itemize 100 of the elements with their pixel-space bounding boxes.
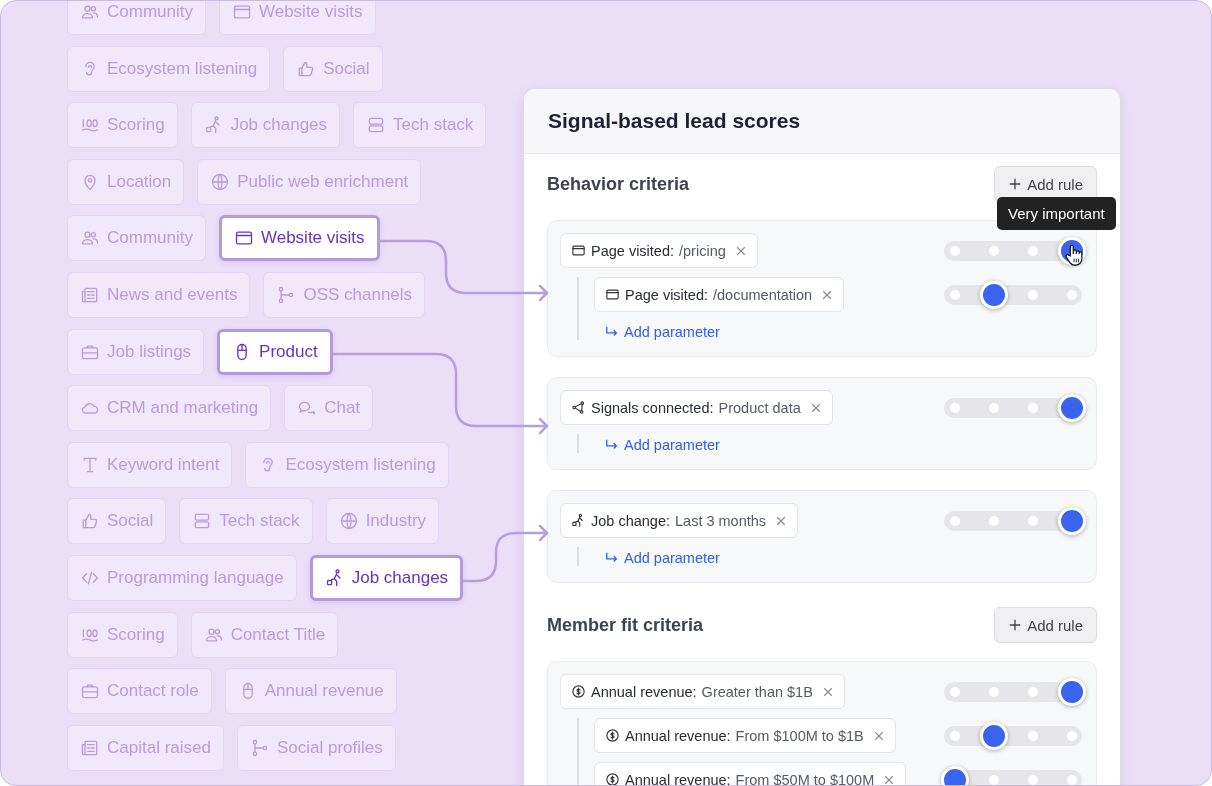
section-heading: Member fit criteria xyxy=(547,614,704,636)
walking-person-icon xyxy=(571,513,586,528)
slider-thumb[interactable] xyxy=(979,721,1008,750)
slider-thumb[interactable] xyxy=(979,280,1008,309)
rule-chip[interactable]: Page visited: /documentation xyxy=(594,277,845,312)
signal-chip[interactable]: Keyword intent xyxy=(67,441,233,488)
step-dot xyxy=(1067,730,1077,741)
step-dot xyxy=(1028,245,1038,256)
signal-chip[interactable]: Social xyxy=(67,498,167,545)
rule-chip[interactable]: Signals connected: Product data xyxy=(560,390,833,425)
close-icon[interactable] xyxy=(883,773,896,785)
browser-icon xyxy=(605,287,620,302)
close-icon[interactable] xyxy=(872,729,885,742)
step-dot xyxy=(989,402,999,413)
signal-chip[interactable]: Ecosystem listening xyxy=(67,45,271,92)
rule-value: /pricing xyxy=(679,242,726,259)
signal-chip[interactable]: Chat xyxy=(284,385,374,432)
step-dot xyxy=(950,245,960,256)
return-arrow-icon xyxy=(605,325,619,339)
signal-chip[interactable]: Programming language xyxy=(67,554,297,601)
rule-label: Signals connected: xyxy=(591,399,714,416)
step-dot xyxy=(950,402,960,413)
signal-chip[interactable]: Job listings xyxy=(67,328,205,375)
dollar-icon xyxy=(605,772,620,785)
slider-thumb[interactable] xyxy=(1058,506,1086,535)
rule-label: Annual revenue: xyxy=(625,771,731,785)
signal-chip[interactable]: Ecosystem listening xyxy=(245,441,449,488)
rule-value: Last 3 months xyxy=(675,512,767,529)
add-parameter-link[interactable]: Add parameter xyxy=(605,324,720,340)
slider-thumb[interactable] xyxy=(1058,677,1086,706)
signal-chip[interactable]: Social profiles xyxy=(236,724,396,771)
hand-cursor-icon xyxy=(1063,242,1085,267)
rule-chip[interactable]: Annual revenue: Greater than $1B xyxy=(560,674,845,709)
signal-chip[interactable]: Industry xyxy=(325,498,440,545)
signal-chip[interactable]: OSS channels xyxy=(263,271,426,318)
signal-chip[interactable]: Scoring xyxy=(67,611,178,658)
rule-value: Greater than $1B xyxy=(701,683,813,700)
signal-chip[interactable]: Job changes xyxy=(190,102,341,149)
signal-chip[interactable]: Website visits xyxy=(218,215,380,262)
step-dot xyxy=(989,245,999,256)
signal-chip[interactable]: Capital raised xyxy=(67,724,224,771)
signal-chip[interactable]: Annual revenue xyxy=(224,668,397,715)
signal-chip[interactable]: Public web enrichment xyxy=(197,158,422,205)
rule-chip[interactable]: Annual revenue: From $100M to $1B xyxy=(594,718,896,753)
step-dot xyxy=(950,686,960,697)
signal-chip[interactable]: Tech stack xyxy=(179,498,313,545)
close-icon[interactable] xyxy=(821,685,834,698)
rule-chip[interactable]: Job change: Last 3 months xyxy=(560,503,799,538)
slider-thumb[interactable] xyxy=(1058,393,1086,422)
tooltip: Very important xyxy=(997,196,1116,230)
close-icon[interactable] xyxy=(734,244,747,257)
step-dot xyxy=(1028,730,1038,741)
globe-icon xyxy=(210,171,231,192)
signal-chip[interactable]: Job changes xyxy=(309,554,464,601)
rule-chip[interactable]: Page visited: /pricing xyxy=(560,233,758,268)
add-parameter-link[interactable]: Add parameter xyxy=(605,550,720,566)
rule-label: Job change: xyxy=(591,512,670,529)
signal-chip[interactable]: CRM and marketing xyxy=(67,385,272,432)
rule-value: From $50M to $100M xyxy=(735,771,875,785)
rule-value: From $100M to $1B xyxy=(735,727,864,744)
step-dot xyxy=(1067,774,1077,785)
rule-label: Annual revenue: xyxy=(625,727,731,744)
step-dot xyxy=(950,289,960,300)
signal-chip[interactable]: Website visits xyxy=(218,1,376,35)
signal-chip[interactable]: Location xyxy=(67,158,185,205)
plus-icon xyxy=(1008,177,1023,191)
return-arrow-icon xyxy=(605,438,619,452)
signal-chip[interactable]: Social xyxy=(283,45,383,92)
signal-chip[interactable]: Community xyxy=(67,215,206,262)
add-parameter-link[interactable]: Add parameter xyxy=(605,437,720,453)
signal-chip[interactable]: Product xyxy=(217,328,333,375)
signal-chip[interactable]: Contact Title xyxy=(190,611,339,658)
browser-icon xyxy=(571,243,586,258)
signal-chip[interactable]: Contact role xyxy=(67,668,212,715)
rule-value: /documentation xyxy=(713,286,813,303)
rule-value: Product data xyxy=(718,399,801,416)
add-rule-button[interactable]: Add rule xyxy=(994,607,1097,643)
step-dot xyxy=(1028,515,1038,526)
step-dot xyxy=(1028,686,1038,697)
panel-title: Signal-based lead scores xyxy=(548,109,801,133)
signal-chip[interactable]: Scoring xyxy=(67,102,178,149)
close-icon[interactable] xyxy=(809,401,822,414)
step-dot xyxy=(989,515,999,526)
step-dot xyxy=(1028,289,1038,300)
step-dot xyxy=(950,730,960,741)
close-icon[interactable] xyxy=(775,514,788,527)
rule-chip[interactable]: Annual revenue: From $50M to $100M xyxy=(594,762,907,785)
signal-chip[interactable]: Tech stack xyxy=(353,102,487,149)
signal-chip[interactable]: Community xyxy=(67,1,206,35)
rule-label: Annual revenue: xyxy=(591,683,697,700)
rule-label: Page visited: xyxy=(625,286,709,303)
step-dot xyxy=(989,774,999,785)
close-icon[interactable] xyxy=(821,288,834,301)
step-dot xyxy=(989,686,999,697)
step-dot xyxy=(1028,774,1038,785)
step-dot xyxy=(1067,289,1077,300)
signal-chip[interactable]: News and events xyxy=(67,271,251,318)
step-dot xyxy=(950,515,960,526)
dollar-icon xyxy=(571,684,586,699)
slider-thumb[interactable] xyxy=(941,765,969,785)
